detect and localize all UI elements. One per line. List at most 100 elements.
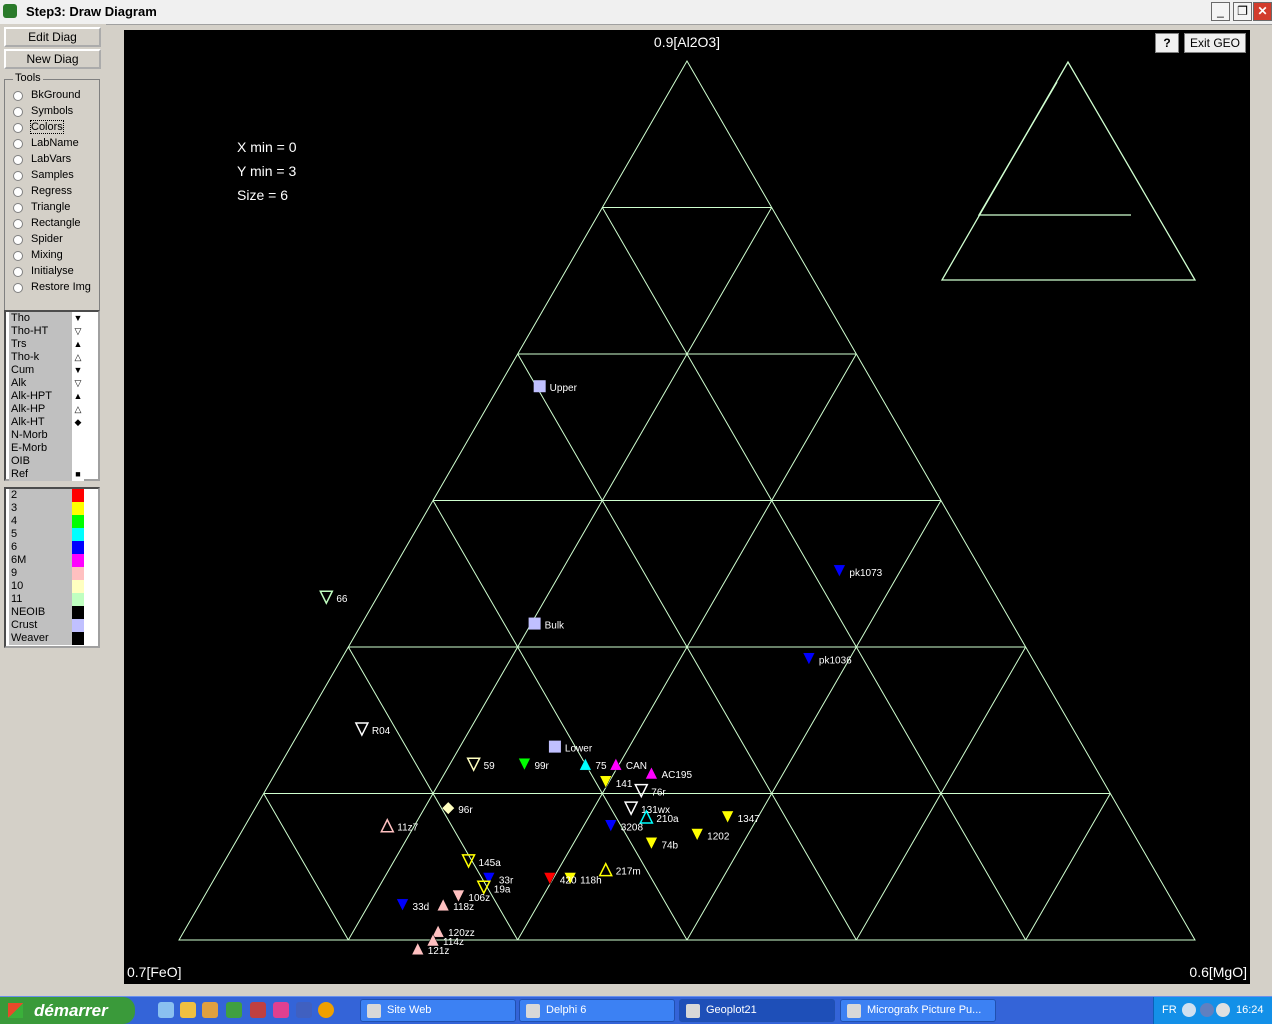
radio-icon[interactable] [13,251,23,261]
color-row[interactable]: 11 [6,593,98,606]
task-micrografx[interactable]: Micrografx Picture Pu... [840,999,996,1022]
color-swatch [72,593,84,606]
color-label: 5 [9,528,73,541]
tree-icon[interactable] [226,1002,242,1018]
color-row[interactable]: 2 [6,489,98,502]
tools-group: Tools BkGround Symbols Colors LabName LabVar… [4,72,100,323]
radio-icon[interactable] [13,155,23,165]
series-row[interactable]: Alk-HPT ▲ [6,390,98,403]
media-icon[interactable] [318,1002,334,1018]
paint-icon[interactable] [273,1002,289,1018]
explorer-icon[interactable] [202,1002,218,1018]
task-geoplot[interactable]: Geoplot21 [679,999,835,1022]
apex-right-label: 0.6[MgO] [1189,964,1247,980]
color-swatch [72,554,84,567]
color-label: NEOIB [9,606,73,619]
radio-icon[interactable] [13,171,23,181]
series-symbol-icon: ◆ [72,416,84,429]
point-label: 210a [656,814,679,825]
color-label: 6M [9,554,73,567]
point-label: Upper [550,383,578,394]
color-row[interactable]: 5 [6,528,98,541]
radio-icon[interactable] [13,107,23,117]
desktop-icon[interactable] [158,1002,174,1018]
close-button[interactable]: ✕ [1253,2,1272,21]
color-row[interactable]: 3 [6,502,98,515]
series-row[interactable]: Cum ▼ [6,364,98,377]
series-label: Alk-HP [9,403,73,416]
color-row[interactable]: 6M [6,554,98,567]
app-quick-icon[interactable] [250,1002,266,1018]
series-row[interactable]: Alk ▽ [6,377,98,390]
color-label: Weaver [9,632,73,645]
radio-icon[interactable] [13,187,23,197]
color-row[interactable]: 9 [6,567,98,580]
color-row[interactable]: Crust [6,619,98,632]
series-listbox[interactable]: Tho ▼ Tho-HT ▽ Trs ▲ Tho-k △ Cum ▼ Alk ▽ Alk-HPT ▲ Alk… [4,310,100,481]
radio-icon[interactable] [13,123,23,133]
chart-quick-icon[interactable] [296,1002,312,1018]
point-label: 33d [413,902,430,913]
color-label: Crust [9,619,73,632]
task-delphi[interactable]: Delphi 6 [519,999,675,1022]
series-row[interactable]: Tho-k △ [6,351,98,364]
series-row[interactable]: Tho-HT ▽ [6,325,98,338]
point-label: 11z7 [397,823,418,834]
start-button[interactable]: démarrer [0,997,135,1024]
task-label: Delphi 6 [546,1004,587,1016]
tray-expand-icon[interactable] [1182,1003,1196,1017]
color-row[interactable]: 6 [6,541,98,554]
color-row[interactable]: 10 [6,580,98,593]
help-button[interactable]: ? [1155,33,1179,53]
radio-icon[interactable] [13,283,23,293]
diagram-canvas[interactable]: Upper Bulk Lower pk1073 pk1036 66 R04 59 99r CAN A… [124,30,1250,984]
point-label: 121z [428,946,450,957]
data-point [354,722,370,737]
volume-icon[interactable] [1216,1003,1230,1017]
tool-label: Mixing [31,249,63,261]
color-swatch [72,567,84,580]
color-label: 10 [9,580,73,593]
mail-icon[interactable] [180,1002,196,1018]
series-symbol-icon: ▼ [72,364,84,377]
series-row[interactable]: Trs ▲ [6,338,98,351]
series-row[interactable]: Alk-HP △ [6,403,98,416]
radio-icon[interactable] [13,91,23,101]
color-row[interactable]: Weaver [6,632,98,645]
series-row[interactable]: Ref ■ [6,468,98,481]
minimize-button[interactable]: _ [1211,2,1230,21]
edit-diag-button[interactable]: Edit Diag [4,27,101,47]
tool-label: BkGround [31,89,81,101]
series-row[interactable]: Tho ▼ [6,312,98,325]
data-point [411,942,425,956]
series-row[interactable]: OIB [6,455,98,468]
exit-geo-button[interactable]: Exit GEO [1184,33,1246,53]
color-row[interactable]: 4 [6,515,98,528]
radio-icon[interactable] [13,219,23,229]
restore-button[interactable]: ❐ [1233,2,1252,21]
radio-icon[interactable] [13,203,23,213]
series-row[interactable]: N-Morb [6,429,98,442]
language-indicator[interactable]: FR [1162,1004,1177,1016]
data-point [604,819,618,833]
radio-icon[interactable] [13,139,23,149]
tool-label: Spider [31,233,63,245]
point-label: 99r [534,761,549,772]
color-swatch [72,502,84,515]
series-row[interactable]: E-Morb [6,442,98,455]
data-point [634,783,649,799]
color-listbox[interactable]: 2 3 4 5 6 6M 9 10 11 NEOIB Crust Weaver [4,487,100,648]
data-point [609,757,623,771]
radio-icon[interactable] [13,235,23,245]
info-ymin: Y min = 3 [237,163,296,179]
data-point [832,564,846,578]
series-row[interactable]: Alk-HT ◆ [6,416,98,429]
radio-icon[interactable] [13,267,23,277]
task-site-web[interactable]: Site Web [360,999,516,1022]
app-icon [3,4,17,18]
network-icon[interactable] [1200,1003,1214,1017]
new-diag-button[interactable]: New Diag [4,49,101,69]
color-row[interactable]: NEOIB [6,606,98,619]
folder-icon [367,1004,381,1018]
point-label: 118h [580,875,602,886]
